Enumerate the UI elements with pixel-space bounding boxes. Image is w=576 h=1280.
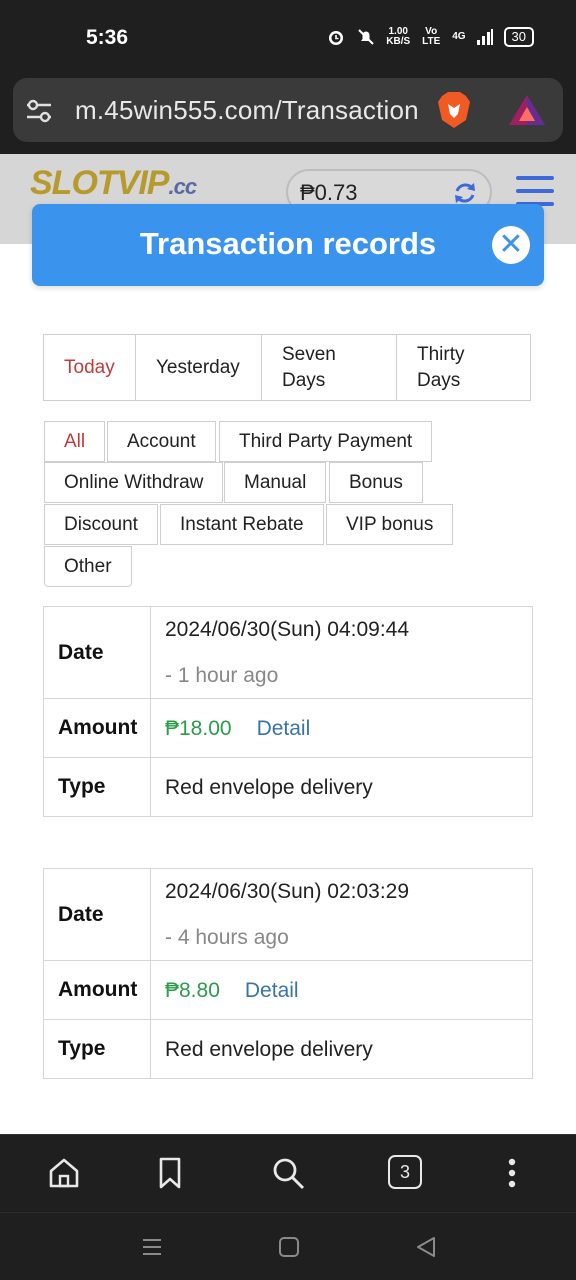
record-type-row: Type Red envelope delivery <box>44 1020 532 1078</box>
system-nav-bar <box>0 1212 576 1280</box>
record-date-value: 2024/06/30(Sun) 02:03:29 <box>165 880 410 904</box>
detail-link[interactable]: Detail <box>257 712 311 745</box>
record-amount: ₱8.80 <box>165 978 220 1002</box>
filter-chip-online-withdraw[interactable]: Online Withdraw <box>44 462 224 503</box>
filter-chip-bonus[interactable]: Bonus <box>329 462 423 503</box>
browser-toolbar: m.45win555.com/Transaction <box>0 76 576 154</box>
amount-label: Amount <box>44 699 151 757</box>
refresh-icon[interactable] <box>452 180 478 206</box>
date-label: Date <box>44 869 151 960</box>
status-icons: 1.00 KB/S Vo LTE 4G 30 <box>326 27 534 47</box>
record-type: Red envelope delivery <box>165 1037 373 1061</box>
filter-chip-vip-bonus[interactable]: VIP bonus <box>326 504 454 545</box>
tab-thirty-days[interactable]: Thirty Days <box>396 334 531 401</box>
detail-link[interactable]: Detail <box>245 974 299 1007</box>
balance-value: ₱0.73 <box>300 180 358 205</box>
filter-chip-third-party-payment[interactable]: Third Party Payment <box>219 421 433 462</box>
net-speed: 1.00 KB/S <box>386 26 411 47</box>
site-settings-icon[interactable] <box>25 98 53 124</box>
back-icon[interactable] <box>414 1235 438 1259</box>
tab-yesterday[interactable]: Yesterday <box>135 334 262 401</box>
record-date-row: Date 2024/06/30(Sun) 02:03:29 - 4 hours a… <box>44 869 532 961</box>
address-bar[interactable]: m.45win555.com/Transaction <box>13 78 563 142</box>
network-type: 4G <box>452 31 466 42</box>
site-logo[interactable]: SLOTVIP.cc <box>30 164 197 203</box>
filter-chip-other[interactable]: Other <box>44 546 132 587</box>
browser-bottom-bar: 3 <box>0 1134 576 1212</box>
brave-shields-icon[interactable] <box>436 90 472 130</box>
bookmark-icon[interactable] <box>152 1155 188 1191</box>
home-icon[interactable] <box>46 1155 82 1191</box>
volte-indicator: Vo LTE <box>422 26 441 47</box>
date-filter-tabs: Today Yesterday Seven Days Thirty Days <box>43 334 533 401</box>
signal-icon <box>476 29 493 45</box>
filter-chip-manual[interactable]: Manual <box>224 462 327 503</box>
status-bar: 5:36 1.00 KB/S Vo LTE 4G 30 <box>0 0 576 76</box>
date-label: Date <box>44 607 151 698</box>
modal-header: Transaction records ✕ <box>32 204 544 286</box>
amount-label: Amount <box>44 961 151 1019</box>
record-date: 2024/06/30(Sun) 04:09:44 - 1 hour ago <box>151 607 532 698</box>
tabs-count-icon[interactable]: 3 <box>388 1155 422 1189</box>
record-date-value: 2024/06/30(Sun) 04:09:44 <box>165 618 410 642</box>
close-icon[interactable]: ✕ <box>492 226 530 264</box>
brave-rewards-icon[interactable] <box>507 93 547 127</box>
filter-chip-discount[interactable]: Discount <box>44 504 158 545</box>
tab-seven-days[interactable]: Seven Days <box>261 334 397 401</box>
tab-today[interactable]: Today <box>43 334 136 401</box>
filter-chip-account[interactable]: Account <box>107 421 216 462</box>
record-amount-row: Amount ₱18.00 Detail <box>44 699 532 758</box>
record-type: Red envelope delivery <box>165 775 373 799</box>
alarm-icon <box>329 31 344 45</box>
status-time: 5:36 <box>86 26 129 49</box>
transaction-record: Date 2024/06/30(Sun) 04:09:44 - 1 hour ag… <box>43 606 533 817</box>
record-type-row: Type Red envelope delivery <box>44 758 532 816</box>
record-relative-time: - 4 hours ago <box>165 925 289 949</box>
nav-home-icon[interactable] <box>277 1235 301 1259</box>
filter-chip-instant-rebate[interactable]: Instant Rebate <box>160 504 324 545</box>
record-date-row: Date 2024/06/30(Sun) 04:09:44 - 1 hour ag… <box>44 607 532 699</box>
recent-apps-icon[interactable] <box>140 1235 164 1259</box>
filter-chip-all[interactable]: All <box>44 421 106 462</box>
transaction-record: Date 2024/06/30(Sun) 02:03:29 - 4 hours a… <box>43 868 533 1079</box>
record-amount-row: Amount ₱8.80 Detail <box>44 961 532 1020</box>
search-icon[interactable] <box>270 1155 306 1191</box>
type-label: Type <box>44 1020 151 1078</box>
type-label: Type <box>44 758 151 816</box>
mute-bell-icon <box>358 29 374 45</box>
battery-indicator: 30 <box>503 27 534 47</box>
url-text[interactable]: m.45win555.com/Transaction <box>75 95 419 126</box>
more-options-icon[interactable] <box>494 1155 530 1191</box>
modal-title: Transaction records <box>139 226 437 261</box>
record-relative-time: - 1 hour ago <box>165 663 279 687</box>
record-amount: ₱18.00 <box>165 716 232 740</box>
record-date: 2024/06/30(Sun) 02:03:29 - 4 hours ago <box>151 869 532 960</box>
